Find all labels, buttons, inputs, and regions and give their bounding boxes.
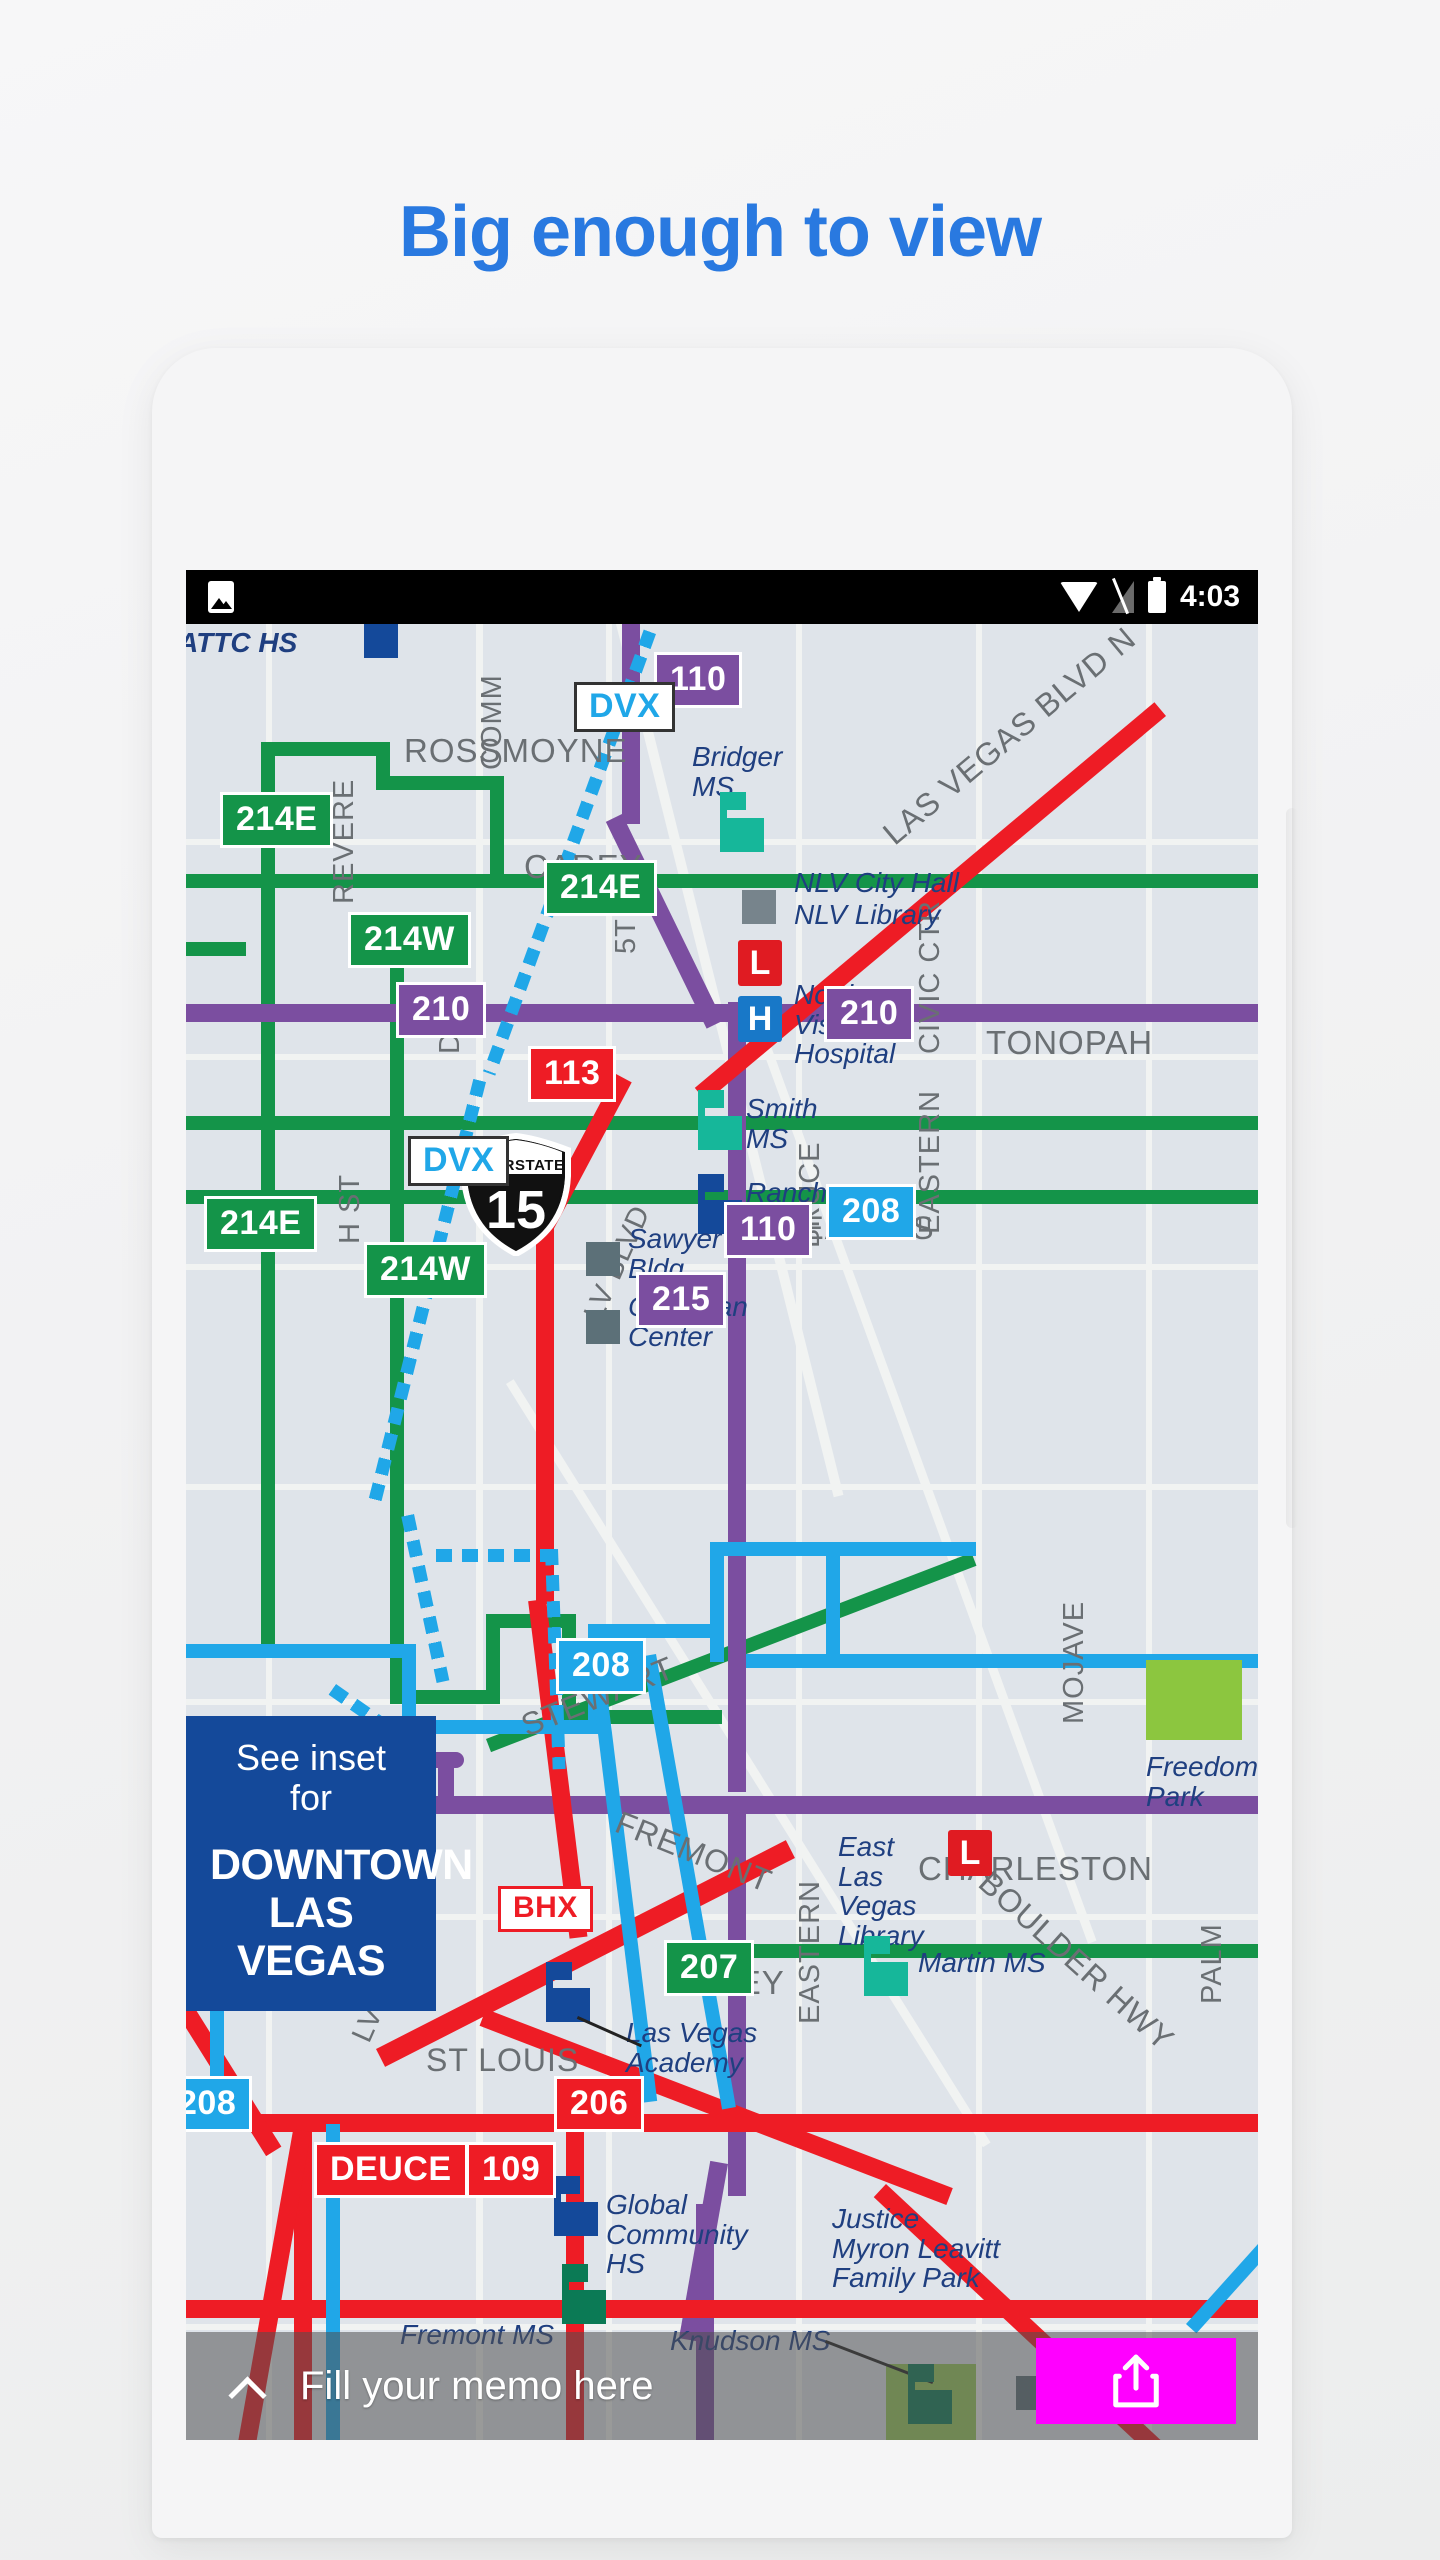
route-line-green [186,942,246,956]
wifi-icon [1059,582,1098,612]
status-bar-right: 4:03 [1059,577,1240,614]
route-line-purple [438,1752,454,1806]
park-area-freedom [1146,1660,1242,1740]
route-badge-bhx[interactable]: BHX [498,1886,593,1932]
route-line-blue [710,1542,840,1556]
route-badge-214e[interactable]: 214E [544,860,658,916]
route-line-blue [826,1542,840,1660]
route-badge-208[interactable]: 208 [826,1184,917,1240]
route-line-red [186,2300,1258,2318]
poi-label: ATTC HS [186,627,298,658]
street-label: ST LOUIS [426,2042,580,2078]
route-line-green [261,742,381,756]
route-badge-dvx[interactable]: DVX [574,682,676,732]
route-badge-214w[interactable]: 214W [364,1242,487,1298]
bg-street [1146,624,1152,2440]
route-line-green [490,776,504,881]
street-label: H ST [334,1173,366,1244]
page-title: Big enough to view [399,192,1042,272]
poi-marker [586,1310,620,1344]
poi-label: NLV Library [794,899,941,930]
status-bar-clock: 4:03 [1179,580,1240,613]
library-icon: L [948,1830,992,1876]
status-bar-left [208,581,234,613]
poi-label: Smith MS [746,1093,818,1154]
route-badge-210[interactable]: 210 [824,986,915,1042]
street-label: PALM [1196,1923,1228,2004]
route-badge-208[interactable]: 208 [556,1638,647,1694]
bg-street [186,1484,1258,1490]
route-badge-208[interactable]: 208 [186,2076,253,2132]
inset-callout[interactable]: See inset for DOWNTOWN LAS VEGAS [186,1716,473,2012]
route-badge-206[interactable]: 206 [554,2076,645,2132]
poi-marker [364,624,398,658]
phone-screen: 4:03 COMM ROSSMOYNE LAS VEGAS BLVD N 5TH… [186,570,1258,2440]
route-badge-dvx[interactable]: DVX [408,1136,510,1186]
route-line-green [376,776,504,790]
poi-marker [586,1242,620,1276]
memo-placeholder[interactable]: Fill your memo here [300,2364,653,2409]
street-label: TONOPAH [986,1024,1154,1061]
street-label: LAS VEGAS BLVD N [876,624,1143,852]
photo-icon [208,581,234,613]
route-badge-110[interactable]: 110 [724,1202,813,1258]
route-line-green [261,874,275,1644]
bg-street [976,624,982,2440]
bg-street [186,1264,1258,1270]
route-badge-deuce[interactable]: DEUCE [314,2142,468,2198]
route-line-red [186,2114,1258,2132]
route-line-blue [710,1542,724,1662]
route-line-blue [186,1644,416,1658]
street-label: ROSSMOYNE [404,732,628,769]
poi-label: EastLasVegasLibrary [838,1831,924,1951]
route-badge-109[interactable]: 109 [466,2142,557,2198]
inset-callout-line3: LAS VEGAS [236,1888,386,1985]
status-bar: 4:03 [186,570,1258,624]
street-label: EASTERN [794,1880,826,2024]
chevron-up-icon[interactable] [230,2368,266,2404]
hospital-icon: H [738,996,782,1042]
route-badge-215[interactable]: 215 [636,1272,727,1328]
transit-map-image[interactable]: COMM ROSSMOYNE CAREY LAS VEGAS BLVD N 5T… [186,624,1258,2440]
svg-text:15: 15 [486,1180,546,1240]
route-badge-214e[interactable]: 214E [220,792,334,848]
phone-edge-shadow [1286,808,1298,1528]
share-button[interactable] [1036,2338,1236,2424]
poi-label: NLV City Hall [794,867,959,898]
inset-callout-line1: See inset for [235,1737,387,1819]
poi-marker [742,890,776,924]
route-badge-210[interactable]: 210 [396,982,487,1038]
poi-label: Global Community HS [606,2189,748,2280]
poi-label: Las Vegas Academy [626,2017,758,2078]
poi-label: Justice Myron Leavitt Family Park [832,2203,1001,2294]
route-line-blue [588,1624,718,1638]
route-badge-214e[interactable]: 214E [204,1196,318,1252]
route-badge-214w[interactable]: 214W [348,912,471,968]
library-icon: L [738,940,782,986]
route-badge-113[interactable]: 113 [528,1046,617,1102]
signal-off-icon [1112,581,1134,613]
route-line-blue [826,1542,976,1556]
poi-label: Freedom Park [1146,1751,1258,1812]
battery-icon [1147,577,1166,613]
poi-label: Martin MS [918,1947,1046,1978]
street-label: MOJAVE [1058,1600,1090,1724]
inset-callout-line2: DOWNTOWN [210,1840,473,1889]
route-badge-207[interactable]: 207 [664,1940,755,1996]
share-icon [1107,2350,1165,2412]
